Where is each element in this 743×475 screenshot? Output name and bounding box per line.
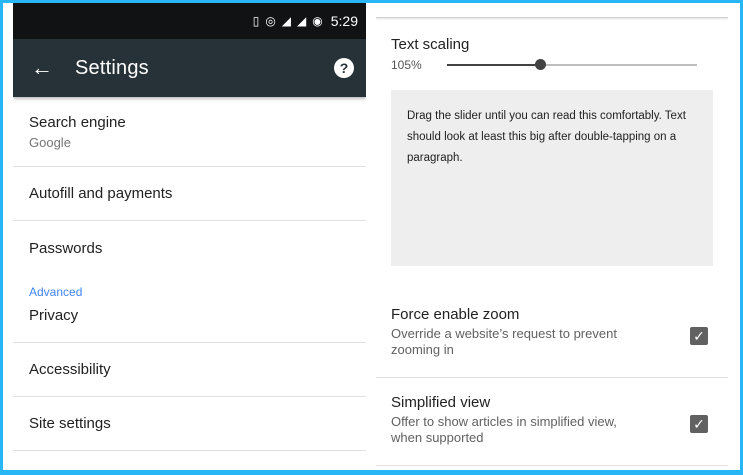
item-label: Search engine [29, 113, 126, 131]
page-title: Settings [75, 56, 149, 79]
simplified-view-checkbox[interactable]: ✓ [690, 415, 708, 433]
pane-top-divider [376, 3, 728, 18]
text-scaling-value: 105% [391, 58, 422, 72]
simplified-view-setting[interactable]: Simplified view Offer to show articles i… [376, 378, 728, 466]
settings-item-site-settings[interactable]: Site settings [13, 397, 366, 451]
item-summary: Google [29, 134, 71, 150]
section-header-advanced: Advanced [29, 285, 83, 299]
settings-list: Search engine Google Autofill and paymen… [13, 97, 366, 451]
settings-item-search-engine[interactable]: Search engine Google [13, 97, 366, 167]
back-arrow-icon[interactable]: ← [31, 55, 75, 81]
item-label: Passwords [29, 239, 103, 257]
item-label: Site settings [29, 415, 111, 432]
alarm-icon: ◉ [312, 14, 323, 28]
force-zoom-checkbox[interactable]: ✓ [690, 327, 708, 345]
force-zoom-title: Force enable zoom [391, 306, 520, 323]
settings-item-autofill[interactable]: Autofill and payments [13, 167, 366, 221]
settings-item-accessibility[interactable]: Accessibility [13, 343, 366, 397]
slider-thumb[interactable] [534, 59, 546, 70]
accessibility-pane: Text scaling 105% Drag the slider until … [376, 3, 728, 470]
text-scaling-row: 105% [391, 57, 713, 73]
item-label: Autofill and payments [29, 185, 173, 202]
vibrate-icon: ▯ [252, 14, 260, 28]
app-toolbar: ← Settings ? [13, 39, 366, 97]
status-bar: ▯ ◎ ◢ ◢ ◉ 5:29 [13, 3, 366, 39]
item-label: Accessibility [29, 361, 111, 378]
text-scaling-slider[interactable] [447, 57, 697, 73]
force-enable-zoom-setting[interactable]: Force enable zoom Override a website’s r… [376, 290, 728, 378]
hotspot-icon: ◎ [265, 14, 276, 28]
settings-item-passwords[interactable]: Passwords [13, 221, 366, 275]
text-scaling-preview: Drag the slider until you can read this … [391, 90, 713, 266]
force-zoom-description: Override a website’s request to prevent … [391, 326, 617, 357]
text-scaling-setting: Text scaling 105% [376, 18, 728, 73]
lte-signal-icon: ◢ [281, 14, 292, 28]
status-time: 5:29 [330, 13, 358, 29]
simplified-view-title: Simplified view [391, 394, 491, 411]
status-icons: ▯ ◎ ◢ ◢ ◉ [253, 14, 323, 28]
signal-icon: ◢ [297, 14, 307, 28]
slider-fill [447, 64, 540, 66]
help-icon[interactable]: ? [334, 58, 354, 78]
text-scaling-label: Text scaling [391, 36, 470, 53]
simplified-view-description: Offer to show articles in simplified vie… [391, 414, 617, 445]
settings-pane: ▯ ◎ ◢ ◢ ◉ 5:29 ← Settings ? Search engin… [13, 3, 366, 470]
item-label: Privacy [29, 307, 79, 324]
settings-item-privacy[interactable]: Privacy [13, 303, 366, 343]
